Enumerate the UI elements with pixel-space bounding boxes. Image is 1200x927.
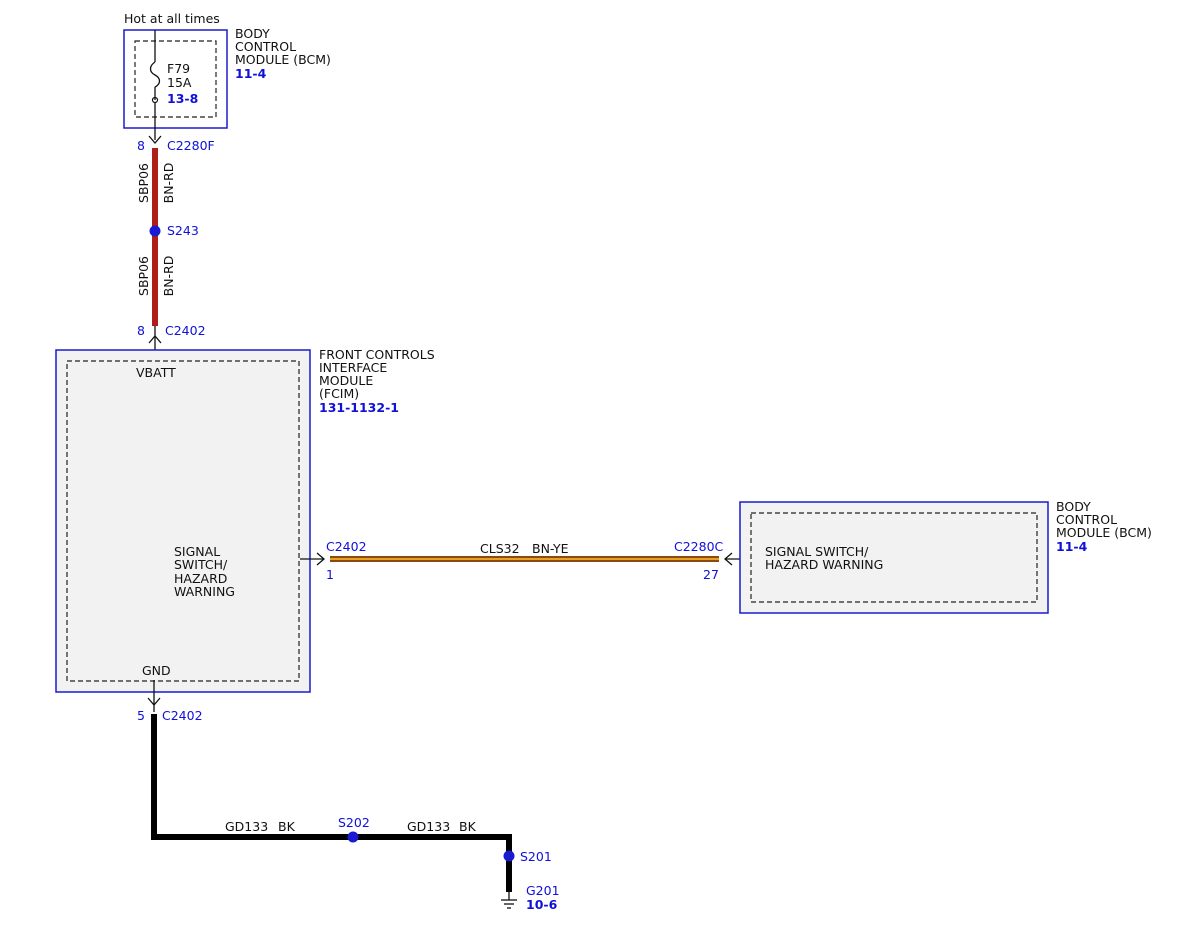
wire-upper-2-circuit: SBP06	[136, 256, 151, 296]
wire-ground-1-circuit: GD133	[225, 819, 268, 834]
wire-ground-1-color: BK	[278, 819, 296, 834]
fcim-gnd-pin: GND	[142, 663, 171, 678]
splice-s201-dot[interactable]	[503, 850, 515, 862]
fcim-module[interactable]	[55, 349, 311, 693]
ground-g201-label[interactable]: G201	[526, 883, 560, 898]
wire-upper-1-color: BN-RD	[161, 163, 176, 204]
wire-upper-1-circuit: SBP06	[136, 163, 151, 203]
splice-s202-label[interactable]: S202	[338, 815, 370, 830]
power-label: Hot at all times	[124, 11, 220, 26]
ground-icon	[501, 899, 517, 909]
c2402-mid-label[interactable]: C2402	[326, 539, 367, 554]
c2402-bot-pin: 5	[137, 708, 145, 723]
fcim-function-line-2: SWITCH/	[174, 557, 228, 572]
c2280f-pin: 8	[137, 138, 145, 153]
wire-ground-2-circuit: GD133	[407, 819, 450, 834]
ground-g201-ref-link[interactable]: 10-6	[526, 897, 558, 912]
fcim-vbatt-pin: VBATT	[136, 365, 176, 380]
wire-gd133[interactable]	[151, 714, 512, 892]
c2402-mid-pin: 1	[326, 567, 334, 582]
bcm-right-name-line-3: MODULE (BCM)	[1056, 525, 1152, 540]
fuse-ref-link[interactable]: 13-8	[167, 91, 198, 106]
c2280c-pin: 27	[703, 567, 719, 582]
bcm-top-ref-link[interactable]: 11-4	[235, 66, 267, 81]
c2402-bot-label[interactable]: C2402	[162, 708, 203, 723]
c2402-top-pin: 8	[137, 323, 145, 338]
bcm-right-ref-link[interactable]: 11-4	[1056, 539, 1088, 554]
wire-ground-2-color: BK	[459, 819, 477, 834]
c2402-top-label[interactable]: C2402	[165, 323, 206, 338]
fcim-ref-link[interactable]: 131-1132-1	[319, 400, 399, 415]
fuse-name: F79	[167, 61, 190, 76]
splice-s243-dot[interactable]	[149, 225, 161, 237]
wire-signal-color: BN-YE	[532, 541, 569, 556]
wiring-diagram: Hot at all times F79 15A 13-8 BODY CONTR…	[55, 11, 1152, 912]
wire-upper-2-color: BN-RD	[161, 256, 176, 297]
fuse-rating: 15A	[167, 75, 192, 90]
c2280c-label[interactable]: C2280C	[674, 539, 724, 554]
bcm-right-function-line-2: HAZARD WARNING	[765, 557, 883, 572]
splice-s243-label[interactable]: S243	[167, 223, 199, 238]
splice-s201-label[interactable]: S201	[520, 849, 552, 864]
c2280f-label[interactable]: C2280F	[167, 138, 215, 153]
fcim-name-line-4: (FCIM)	[319, 386, 359, 401]
fcim-function-line-4: WARNING	[174, 584, 235, 599]
wire-signal-circuit: CLS32	[480, 541, 520, 556]
bcm-top-name-line-3: MODULE (BCM)	[235, 52, 331, 67]
splice-s202-dot[interactable]	[347, 831, 359, 843]
